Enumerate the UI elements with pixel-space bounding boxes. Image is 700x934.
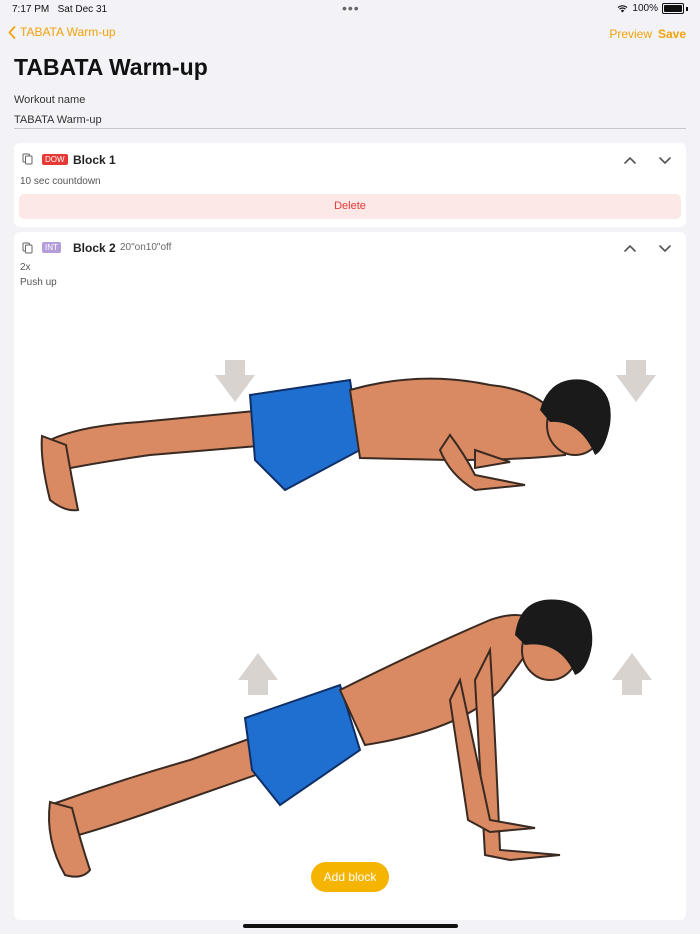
arrow-down-icon [616, 360, 656, 402]
workout-name-input[interactable] [14, 112, 686, 129]
block-type-tag: DOW [42, 154, 68, 165]
exercise-name: Push up [20, 277, 57, 288]
move-up-chevron-icon[interactable] [621, 242, 639, 254]
move-down-chevron-icon[interactable] [656, 154, 674, 166]
arrow-up-icon [238, 653, 278, 695]
block-card-1[interactable]: DOW Block 1 10 sec countdown Delete [14, 143, 686, 227]
block-name: Block 2 [73, 241, 116, 255]
status-time: 7:17 PM [12, 4, 50, 15]
copy-icon[interactable] [22, 242, 33, 254]
arrow-down-icon [215, 360, 255, 402]
back-button[interactable]: TABATA Warm-up [8, 25, 116, 39]
push-up-illustration [40, 360, 656, 878]
wifi-icon [618, 5, 628, 13]
preview-button[interactable]: Preview [609, 27, 652, 41]
move-down-chevron-icon[interactable] [656, 242, 674, 254]
arrow-up-icon [612, 653, 652, 695]
battery-tip [686, 6, 688, 11]
back-button-label: TABATA Warm-up [20, 25, 116, 39]
home-indicator[interactable] [243, 924, 458, 928]
save-button[interactable]: Save [658, 27, 686, 41]
navigation-bar: TABATA Warm-up Preview Save [0, 24, 700, 46]
block-type-tag: INT [42, 242, 61, 253]
status-date: Sat Dec 31 [57, 4, 108, 15]
block-interval-subtitle: 20"on10"off [120, 242, 172, 253]
copy-icon[interactable] [22, 153, 33, 165]
battery-icon [662, 3, 684, 14]
block-name: Block 1 [73, 153, 116, 167]
push-up-up-figure [48, 599, 652, 878]
chevron-left-icon [8, 25, 16, 39]
battery-percent: 100% [632, 3, 658, 14]
block-detail-line: 10 sec countdown [20, 176, 101, 187]
page-title: TABATA Warm-up [14, 54, 208, 80]
status-right: 100% [617, 3, 688, 14]
move-up-chevron-icon[interactable] [621, 154, 639, 166]
multitasking-dots[interactable]: ••• [342, 0, 360, 16]
delete-block-button[interactable]: Delete [19, 194, 681, 219]
push-up-down-figure [40, 360, 656, 512]
status-bar: 7:17 PM Sat Dec 31 ••• 100% [0, 0, 700, 18]
block-repeat-count: 2x [20, 262, 31, 273]
add-block-button[interactable]: Add block [311, 862, 389, 892]
workout-name-label: Workout name [14, 94, 86, 106]
status-time-date: 7:17 PM Sat Dec 31 [12, 4, 107, 15]
